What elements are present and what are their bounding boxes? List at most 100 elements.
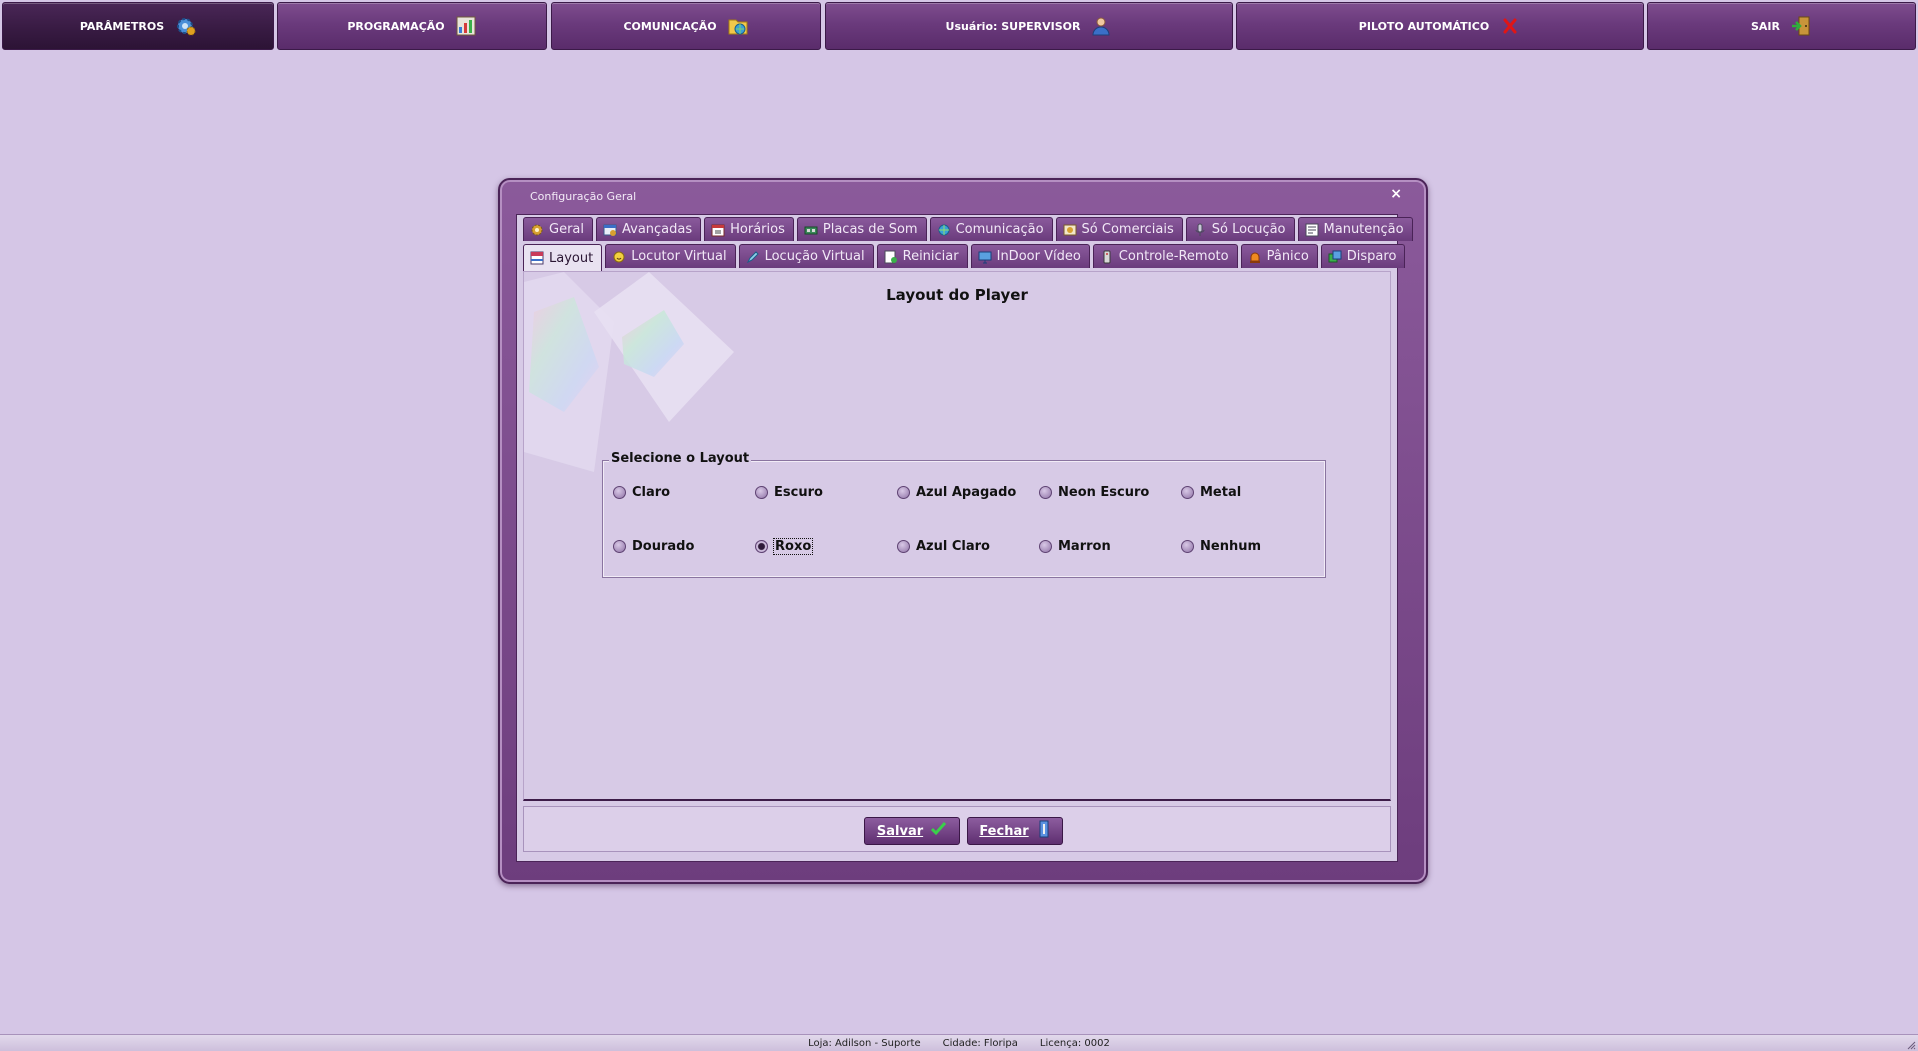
tab-avancadas[interactable]: Avançadas: [596, 217, 702, 241]
red-x-icon: [1499, 13, 1521, 39]
maintenance-icon: [1305, 223, 1319, 237]
tab-so-comerciais[interactable]: Só Comerciais: [1055, 217, 1183, 241]
radio-circle: [613, 540, 626, 553]
tab-layout-label: Layout: [549, 250, 594, 266]
save-button[interactable]: Salvar: [864, 817, 960, 845]
radio-marron[interactable]: Marron: [1039, 539, 1111, 554]
menu-usuario-button[interactable]: Usuário: SUPERVISOR: [825, 2, 1233, 50]
radio-azul-apagado-label: Azul Apagado: [916, 485, 1017, 500]
tab-horarios[interactable]: Horários: [704, 217, 794, 241]
status-licenca: Licença: 0002: [1039, 1037, 1110, 1049]
tab-panico[interactable]: Pânico: [1240, 244, 1318, 268]
radio-escuro-label: Escuro: [774, 485, 823, 500]
speaker-face-icon: [612, 250, 626, 264]
tab-panico-label: Pânico: [1266, 249, 1309, 264]
radio-claro-label: Claro: [632, 485, 671, 500]
restart-icon: [884, 250, 898, 264]
panel-title: Layout do Player: [886, 286, 1028, 304]
menu-piloto-automatico-button[interactable]: PILOTO AUTOMÁTICO: [1236, 2, 1644, 50]
schedule-icon: [455, 13, 477, 39]
resize-grip-icon[interactable]: [1906, 1040, 1916, 1050]
radio-claro[interactable]: Claro: [613, 485, 670, 500]
menu-parametros-button[interactable]: PARÂMETROS: [2, 2, 274, 50]
tab-manutencao[interactable]: Manutenção: [1297, 217, 1413, 241]
tab-layout[interactable]: Layout: [523, 244, 603, 271]
menu-sair-button[interactable]: SAIR: [1647, 2, 1916, 50]
config-dialog: Configuração Geral × Geral Avançadas Hor…: [498, 178, 1428, 884]
radio-dourado-label: Dourado: [632, 539, 695, 554]
tab-indoor-video-label: InDoor Vídeo: [996, 249, 1081, 264]
tab-so-locucao-label: Só Locução: [1211, 222, 1286, 237]
microphone-icon: [1193, 223, 1207, 237]
dialog-body: Geral Avançadas Horários Placas de Som C…: [516, 214, 1413, 862]
radio-escuro[interactable]: Escuro: [755, 485, 823, 500]
tab-indoor-video[interactable]: InDoor Vídeo: [970, 244, 1090, 268]
tab-controle-remoto[interactable]: Controle-Remoto: [1092, 244, 1238, 268]
tab-locucao-virtual[interactable]: Locução Virtual: [738, 244, 874, 268]
radio-circle: [1181, 486, 1194, 499]
menu-comunicacao-button[interactable]: COMUNICAÇÃO: [551, 2, 821, 50]
dialog-button-bar: Salvar Fechar: [523, 806, 1391, 852]
save-button-label: Salvar: [876, 823, 924, 839]
menu-usuario-label: Usuário: SUPERVISOR: [945, 19, 1081, 33]
radio-circle: [613, 486, 626, 499]
radio-nenhum-label: Nenhum: [1200, 539, 1262, 554]
tab-reiniciar[interactable]: Reiniciar: [876, 244, 968, 268]
radio-marron-label: Marron: [1058, 539, 1111, 554]
tab-comunicacao[interactable]: Comunicação: [929, 217, 1053, 241]
radio-neon-escuro[interactable]: Neon Escuro: [1039, 485, 1149, 500]
gear-icon: [174, 13, 196, 39]
radio-circle: [1181, 540, 1194, 553]
tab-horarios-label: Horários: [730, 222, 785, 237]
tab-geral-label: Geral: [549, 222, 584, 237]
tab-disparo-label: Disparo: [1346, 249, 1397, 264]
exit-door-icon: [1037, 820, 1051, 842]
group-label: Selecione o Layout: [609, 451, 752, 466]
status-loja: Loja: Adilson - Suporte: [808, 1037, 921, 1049]
radio-nenhum[interactable]: Nenhum: [1181, 539, 1261, 554]
monitor-icon: [978, 250, 992, 264]
menu-programacao-label: PROGRAMAÇÃO: [347, 19, 445, 33]
menu-sair-label: SAIR: [1751, 19, 1780, 33]
radio-roxo[interactable]: Roxo: [755, 538, 814, 555]
tab-locutor-virtual-label: Locutor Virtual: [631, 249, 727, 264]
radio-neon-escuro-label: Neon Escuro: [1058, 485, 1150, 500]
trigger-icon: [1328, 250, 1342, 264]
menu-programacao-button[interactable]: PROGRAMAÇÃO: [277, 2, 547, 50]
radio-dourado[interactable]: Dourado: [613, 539, 694, 554]
tab-so-locucao[interactable]: Só Locução: [1185, 217, 1295, 241]
pen-icon: [746, 250, 760, 264]
tab-row-1: Geral Avançadas Horários Placas de Som C…: [523, 217, 1413, 241]
tab-placas-de-som[interactable]: Placas de Som: [796, 217, 927, 241]
sound-card-icon: [804, 223, 818, 237]
status-bar: Loja: Adilson - Suporte Cidade: Floripa …: [0, 1034, 1918, 1051]
radio-circle: [1039, 486, 1052, 499]
alarm-icon: [1248, 250, 1262, 264]
radio-circle: [755, 486, 768, 499]
radio-circle: [897, 540, 910, 553]
remote-control-icon: [1100, 250, 1114, 264]
close-button[interactable]: Fechar: [967, 817, 1063, 845]
menu-comunicacao-label: COMUNICAÇÃO: [623, 19, 717, 33]
tab-locutor-virtual[interactable]: Locutor Virtual: [605, 244, 736, 268]
radio-circle: [897, 486, 910, 499]
tab-geral[interactable]: Geral: [523, 217, 593, 241]
tab-row-2: Layout Locutor Virtual Locução Virtual R…: [523, 244, 1406, 271]
status-cidade: Cidade: Floripa: [942, 1037, 1018, 1049]
radio-azul-claro[interactable]: Azul Claro: [897, 539, 990, 554]
top-menu: PARÂMETROS PROGRAMAÇÃO COMUNICAÇÃO Usuár…: [0, 0, 1918, 52]
dialog-close-icon[interactable]: ×: [1390, 186, 1402, 202]
layout-icon: [530, 251, 544, 265]
tab-disparo[interactable]: Disparo: [1320, 244, 1406, 268]
tab-locucao-virtual-label: Locução Virtual: [764, 249, 865, 264]
dialog-title: Configuração Geral: [530, 190, 637, 203]
settings-window-icon: [603, 223, 617, 237]
tab-placas-label: Placas de Som: [822, 222, 918, 237]
exit-door-icon: [1790, 13, 1812, 39]
checkmark-icon: [931, 821, 947, 840]
menu-parametros-label: PARÂMETROS: [79, 19, 165, 33]
radio-metal[interactable]: Metal: [1181, 485, 1241, 500]
radio-azul-apagado[interactable]: Azul Apagado: [897, 485, 1016, 500]
tab-reiniciar-label: Reiniciar: [902, 249, 959, 264]
tab-comunicacao-label: Comunicação: [955, 222, 1044, 237]
